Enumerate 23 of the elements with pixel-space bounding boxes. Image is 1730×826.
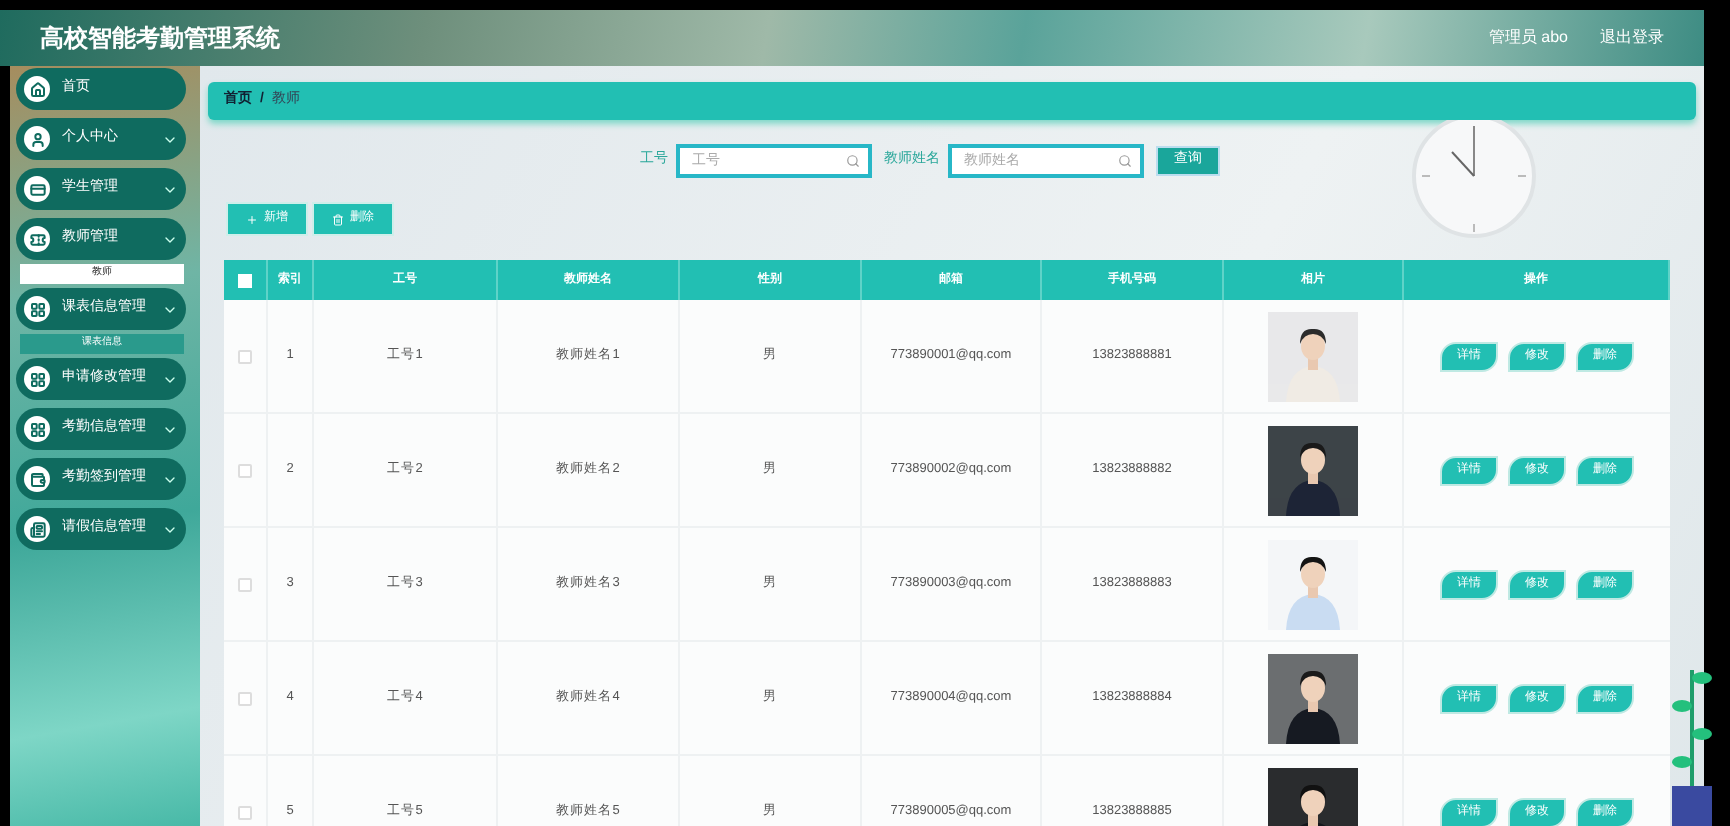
menu-icon: [24, 76, 50, 102]
row-checkbox[interactable]: [238, 349, 252, 363]
search-icon: [1118, 154, 1132, 168]
menu-icon: [24, 296, 50, 322]
row-checkbox[interactable]: [238, 463, 252, 477]
user-label: 管理员 abo: [1488, 26, 1568, 50]
app-title: 高校智能考勤管理系统: [40, 22, 280, 56]
plus-icon: [246, 213, 258, 225]
menu-icon: [24, 416, 50, 442]
menu-icon: [24, 176, 50, 202]
search-icon: [846, 154, 860, 168]
row-checkbox[interactable]: [238, 577, 252, 591]
menu-icon: [24, 226, 50, 252]
menu-icon: [24, 466, 50, 492]
clock-drawing: [1410, 120, 1538, 240]
logout-link[interactable]: 退出登录: [1600, 26, 1664, 50]
menu-icon: [24, 126, 50, 152]
trash-icon: [332, 213, 344, 225]
menu-icon: [24, 366, 50, 392]
select-all-checkbox[interactable]: [238, 273, 252, 287]
row-checkbox[interactable]: [238, 691, 252, 705]
menu-icon: [24, 516, 50, 542]
row-checkbox[interactable]: [238, 805, 252, 819]
